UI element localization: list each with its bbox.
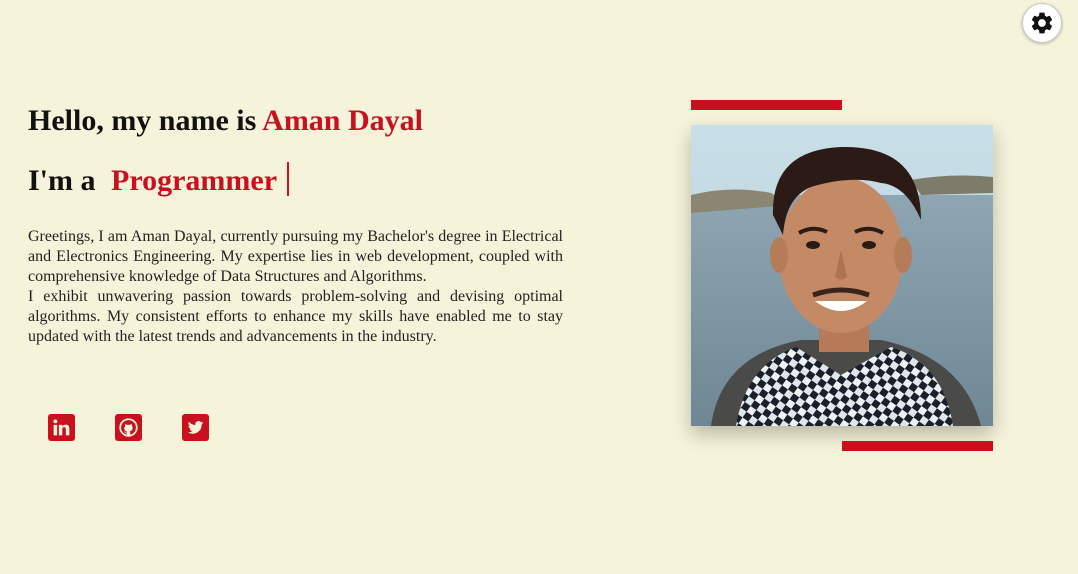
github-link[interactable] [115,414,142,441]
profile-photo [691,125,993,426]
twitter-icon [187,421,204,434]
bio-paragraph-2: I exhibit unwavering passion towards pro… [28,288,563,345]
twitter-link[interactable] [182,414,209,441]
decorative-bar-bottom [842,441,993,451]
linkedin-icon [53,419,70,436]
linkedin-link[interactable] [48,414,75,441]
decorative-bar-top [691,100,842,110]
typed-role: Programmer [111,164,278,197]
intro-section: Hello, my name is Aman Dayal I'm a Progr… [28,100,568,202]
bio-text: Greetings, I am Aman Dayal, currently pu… [28,227,563,347]
name-highlight: Aman Dayal [262,104,423,137]
bio-paragraph-1: Greetings, I am Aman Dayal, currently pu… [28,228,563,285]
github-icon [119,418,138,437]
typing-cursor [287,162,290,196]
role-prefix: I'm a [28,164,96,197]
social-links [48,414,209,441]
greeting-prefix: Hello, my name is [28,104,263,137]
role-heading: I'm a Programmer [28,160,568,202]
gear-icon [1031,12,1053,34]
profile-photo-illustration [691,125,993,426]
settings-button[interactable] [1022,3,1062,43]
greeting-heading: Hello, my name is Aman Dayal [28,100,568,142]
